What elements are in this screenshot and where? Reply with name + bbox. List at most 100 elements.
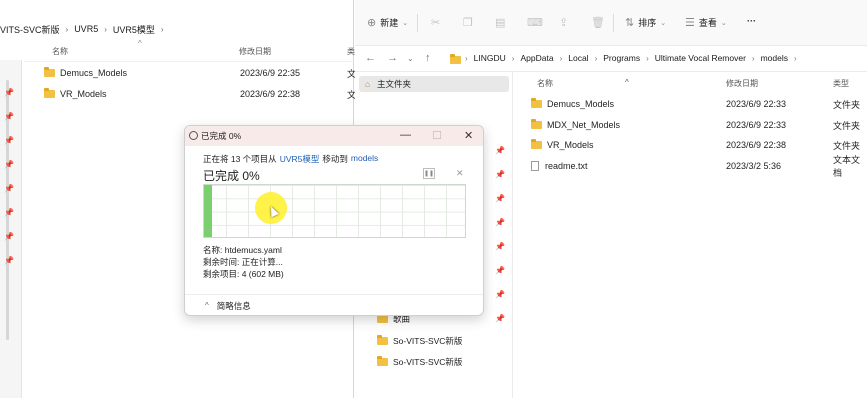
chevron-right-icon: › <box>160 24 164 34</box>
chevron-down-icon: ⌄ <box>660 19 667 27</box>
list-item[interactable]: Demucs_Models 2023/6/9 22:35 文 <box>44 64 356 82</box>
chevron-right-icon: › <box>646 53 649 63</box>
breadcrumb-item[interactable]: Programs <box>603 53 640 63</box>
folder-icon <box>44 88 55 98</box>
pin-icon[interactable]: 📌 <box>495 266 505 275</box>
pin-icon[interactable]: 📌 <box>495 242 505 251</box>
chevron-down-icon[interactable]: ⌄ <box>407 54 414 63</box>
pin-icon[interactable]: 📌 <box>495 194 505 203</box>
rename-icon[interactable]: ⌨ <box>527 16 543 29</box>
pin-icon[interactable]: 📌 <box>4 160 14 169</box>
folder-icon <box>450 54 461 64</box>
breadcrumb-item[interactable]: AppData <box>520 53 553 63</box>
breadcrumb-item-vits[interactable]: VITS-SVC新版 <box>0 23 60 36</box>
delete-icon[interactable]: 🗑 <box>591 16 605 29</box>
maximize-icon[interactable]: ☐ <box>432 129 442 142</box>
pin-icon[interactable]: 📌 <box>4 88 14 97</box>
forward-arrow-icon[interactable]: → <box>387 52 398 64</box>
chevron-right-icon: › <box>559 53 563 63</box>
time-remaining-line: 剩余时间: 正在计算... <box>203 257 283 267</box>
column-name-header[interactable]: 名称 <box>52 46 68 57</box>
destination-folder-link[interactable]: models <box>351 153 378 165</box>
breadcrumb-item[interactable]: Ultimate Vocal Remover <box>655 53 746 63</box>
pin-icon[interactable]: 📌 <box>495 290 505 299</box>
breadcrumb-item[interactable]: Local <box>568 53 588 63</box>
folder-icon <box>531 119 542 129</box>
chevron-right-icon: › <box>104 24 107 34</box>
breadcrumb-item-uvr5[interactable]: UVR5 <box>74 24 98 34</box>
chevron-down-icon: ⌄ <box>720 19 727 27</box>
pause-icon: ❚❚ <box>423 171 435 177</box>
breadcrumb-item-uvr5-models[interactable]: UVR5模型 <box>113 23 155 36</box>
back-arrow-icon[interactable]: ← <box>365 52 376 64</box>
breadcrumb-item[interactable]: LINGDU <box>474 53 506 63</box>
folder-icon <box>531 98 542 108</box>
fewer-details-toggle[interactable]: ^ 简略信息 <box>185 294 483 315</box>
file-name-line: 名称: htdemucs.yaml <box>203 245 282 255</box>
pin-column: 📌 📌 📌 📌 📌 📌 📌 📌 <box>495 146 505 323</box>
list-item[interactable]: MDX_Net_Models 2023/6/9 22:33 文件夹 <box>531 116 867 134</box>
pause-button[interactable]: ❚❚ <box>423 168 435 179</box>
chevron-up-icon: ^ <box>205 301 209 310</box>
percent-complete: 已完成 0% <box>203 169 260 183</box>
pin-icon[interactable]: 📌 <box>4 112 14 121</box>
item-date: 2023/6/9 22:35 <box>240 68 301 78</box>
column-type-header[interactable]: 类 <box>347 46 355 57</box>
left-column-header: 名称 ^ 修改日期 类 <box>24 39 355 62</box>
breadcrumb-item[interactable]: models <box>761 53 788 63</box>
dialog-titlebar[interactable]: 已完成 0% — ☐ ✕ <box>185 126 483 146</box>
pin-icon[interactable]: 📌 <box>4 232 14 241</box>
pin-icon[interactable]: 📌 <box>495 146 505 155</box>
pin-icon[interactable]: 📌 <box>495 314 505 323</box>
source-folder-link[interactable]: UVR5模型 <box>280 153 320 165</box>
list-item[interactable]: readme.txt 2023/3/2 5:36 文本文档 <box>531 155 867 178</box>
breadcrumb[interactable]: › LINGDU › AppData › Local › Programs › … <box>465 53 797 63</box>
column-date-header[interactable]: 修改日期 <box>726 78 758 89</box>
new-button[interactable]: ⊕ 新建 ⌄ <box>367 16 408 29</box>
copy-icon[interactable]: ❐ <box>463 16 473 29</box>
item-name: VR_Models <box>547 140 594 150</box>
column-date-header[interactable]: 修改日期 <box>239 46 271 57</box>
share-icon[interactable]: ⇪ <box>559 16 568 29</box>
chevron-right-icon: › <box>511 53 515 63</box>
folder-icon <box>44 67 55 77</box>
item-name: readme.txt <box>545 161 588 171</box>
column-name-header[interactable]: 名称 <box>537 78 553 89</box>
sort-button[interactable]: ⇅ 排序 ⌄ <box>625 16 666 29</box>
home-icon: ⌂ <box>365 79 371 89</box>
nav-item-sovits[interactable]: So-VITS-SVC新版 <box>377 335 462 347</box>
transfer-speed-graph <box>203 184 466 238</box>
cut-icon[interactable]: ✂ <box>431 16 440 29</box>
sort-caret-icon: ^ <box>625 78 629 87</box>
list-item[interactable]: VR_Models 2023/6/9 22:38 文 <box>44 85 356 103</box>
pin-icon[interactable]: 📌 <box>4 208 14 217</box>
minimize-icon[interactable]: — <box>400 129 411 141</box>
pin-icon[interactable]: 📌 <box>495 218 505 227</box>
view-button[interactable]: ☰ 查看 ⌄ <box>685 16 727 29</box>
more-button[interactable]: ··· <box>747 16 756 26</box>
nav-item-home[interactable]: ⌂ 主文件夹 <box>359 76 509 92</box>
item-type: 文件夹 <box>833 140 861 151</box>
close-icon[interactable]: ✕ <box>464 129 473 142</box>
item-type: 文件夹 <box>833 120 861 131</box>
pin-icon[interactable]: 📌 <box>4 184 14 193</box>
sort-icon: ⇅ <box>625 17 635 29</box>
list-item[interactable]: VR_Models 2023/6/9 22:38 文件夹 <box>531 136 867 154</box>
item-type: 文件夹 <box>833 99 861 110</box>
new-label: 新建 <box>380 18 399 28</box>
up-arrow-icon[interactable]: ↑ <box>425 52 431 64</box>
transfer-mid: 移动到 <box>322 154 348 164</box>
fewer-details-label: 简略信息 <box>216 300 251 311</box>
list-item[interactable]: Demucs_Models 2023/6/9 22:33 文件夹 <box>531 95 867 113</box>
column-type-header[interactable]: 类型 <box>833 78 849 89</box>
cancel-icon[interactable]: ✕ <box>456 168 464 179</box>
folder-icon <box>377 356 388 366</box>
pin-icon[interactable]: 📌 <box>4 136 14 145</box>
paste-icon[interactable]: ▤ <box>495 16 505 29</box>
nav-item-sovits[interactable]: So-VITS-SVC新版 <box>377 356 462 368</box>
pin-icon[interactable]: 📌 <box>4 256 14 265</box>
pin-icon[interactable]: 📌 <box>495 170 505 179</box>
view-label: 查看 <box>698 18 717 28</box>
nav-home-label: 主文件夹 <box>377 79 412 89</box>
folder-icon <box>377 335 388 345</box>
